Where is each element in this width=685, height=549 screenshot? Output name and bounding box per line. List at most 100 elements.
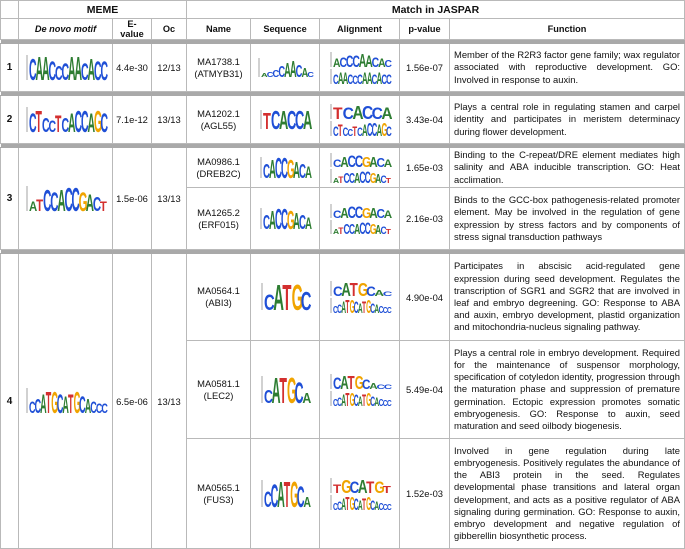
logo-letter: C xyxy=(383,383,391,390)
p-value: 1.56e-07 xyxy=(399,43,451,92)
evalue: 7.1e-12 xyxy=(112,95,152,144)
function-text: Plays a central role in embryo developme… xyxy=(449,340,685,439)
group-number: 4 xyxy=(0,253,19,549)
alignment-logo-icon: CAT GCACC C A T GC A T GC A C C C xyxy=(330,281,392,314)
jaspar-id-cell: MA0564.1 (ABI3) xyxy=(186,253,252,341)
sequence-logo-icon: CAT GC xyxy=(261,282,311,312)
denovo-motif-logo: CAACCCAACACC xyxy=(18,43,113,92)
gene-name: (LEC2) xyxy=(203,389,234,401)
logo-letter: C xyxy=(386,72,392,84)
sequence-logo-icon: CAT GCA xyxy=(261,375,311,405)
jaspar-id: MA1738.1 xyxy=(197,55,240,67)
denovo-motif-logo: CTCCTCACCAGC xyxy=(18,95,113,144)
jaspar-sequence-logo: CCATGCA xyxy=(250,438,321,549)
function-text: Member of the R2R3 factor gene family; w… xyxy=(449,43,685,92)
gene-name: (AGL55) xyxy=(200,119,237,131)
jaspar-id-cell: MA0581.1 (LEC2) xyxy=(186,340,252,439)
function-text: Binds to the GCC-box pathogenesis-relate… xyxy=(449,187,685,250)
gene-name: (FUS3) xyxy=(203,493,234,505)
gene-name: (ABI3) xyxy=(205,297,232,308)
p-value: 1.52e-03 xyxy=(399,438,451,549)
logo-letter: C xyxy=(386,305,391,314)
logo-letter: T xyxy=(382,483,391,495)
logo-letter: C xyxy=(101,402,107,415)
logo-letter: T xyxy=(35,106,41,134)
occurrence: 13/13 xyxy=(150,253,188,549)
logo-letter: T xyxy=(333,481,341,495)
p-value: 1.65e-03 xyxy=(399,147,451,188)
motif-match-table: MEME Match in JASPAR De novo motif E-val… xyxy=(0,0,685,549)
function-text: Participates in abscisic acid-regulated … xyxy=(449,253,685,341)
logo-letter: C xyxy=(100,108,108,134)
sequence-logo-icon: C A C C GA C A xyxy=(260,207,312,231)
evalue: 6.5e-06 xyxy=(112,253,152,549)
p-value: 4.90e-04 xyxy=(399,253,451,341)
logo-letter: C xyxy=(307,69,314,78)
logo-letter: A xyxy=(303,109,312,131)
alignment-logo-icon: T CACCAC T C C T C A C C A GC xyxy=(330,103,392,137)
function-text: Plays a central role in regulating stame… xyxy=(449,95,685,144)
alignment-logo: TGCATGTCCATGCATGCACCC xyxy=(319,438,401,549)
function-text: Binding to the C-repeat/DRE element medi… xyxy=(449,147,685,188)
gene-name: (ATMYB31) xyxy=(194,67,243,79)
jaspar-id: MA0565.1 xyxy=(197,481,240,493)
jaspar-sequence-logo: CACCGACA xyxy=(250,187,321,250)
alignment-logo-icon: CACCGACAA T C C A C C GA C T xyxy=(330,203,392,235)
function-col-header: Function xyxy=(449,18,685,40)
alignment-logo-icon: CACCGACAA T C C A C C GA C T xyxy=(330,152,392,184)
jaspar-id: MA0564.1 xyxy=(197,285,240,296)
sequence-logo-icon: C C A T GC A T GC A C C C xyxy=(26,387,107,415)
logo-letter: C xyxy=(386,124,392,136)
sequence-logo-icon: C A C C GA C A xyxy=(260,156,312,180)
occurrence: 13/13 xyxy=(150,147,188,250)
group-number: 1 xyxy=(0,43,19,92)
sequence-logo-icon: AT CCACCGACT xyxy=(26,185,107,213)
logo-letter: A xyxy=(305,213,312,231)
sequence-logo-icon: ACCCAACAC xyxy=(258,57,314,79)
group-number: 2 xyxy=(0,95,19,144)
alignment-logo-icon: T GCAT GTC C A T GC A T GC A C C C xyxy=(330,477,392,511)
logo-letter: C xyxy=(100,56,108,82)
occurrence: 13/13 xyxy=(150,95,188,144)
p-value: 3.43e-04 xyxy=(399,95,451,144)
jaspar-id-cell: MA0565.1 (FUS3) xyxy=(186,438,252,549)
sequence-logo-icon: T CACCA xyxy=(260,109,312,131)
jaspar-sequence-logo: CATGCA xyxy=(250,340,321,439)
alignment-logo: CATGCACCCATGCATGCACCC xyxy=(319,253,401,341)
logo-letter: A xyxy=(383,158,391,170)
jaspar-id: MA1265.2 xyxy=(197,206,240,218)
logo-letter: A xyxy=(383,209,391,221)
logo-letter: C xyxy=(384,59,391,70)
jaspar-sequence-logo: ACCCAACAC xyxy=(250,43,321,92)
alignment-logo-icon: ACCCAACACC A A C C C A A C A C C xyxy=(330,51,392,85)
table-row: 2 CTCCTCACCAGC 7.1e-12 13/13 MA1202.1 (AG… xyxy=(0,95,685,144)
alignment-logo: CATGCACCCCATGCATGCACCC xyxy=(319,340,401,439)
evalue: 1.5e-06 xyxy=(112,147,152,250)
alignment-logo: CACCGACAATCCACCGACT xyxy=(319,147,401,188)
jaspar-table-figure: MEME Match in JASPAR De novo motif E-val… xyxy=(0,0,685,549)
alignment-logo: TCACCACTCCTCACCAGC xyxy=(319,95,401,144)
p-value: 2.16e-03 xyxy=(399,187,451,250)
name-col-header: Name xyxy=(186,18,252,40)
pvalue-col-header: p-value xyxy=(399,18,451,40)
occurrence: 12/13 xyxy=(150,43,188,92)
gene-name: (DREB2C) xyxy=(196,167,241,179)
jaspar-id: MA0581.1 xyxy=(197,377,240,389)
jaspar-id: MA1202.1 xyxy=(197,107,240,119)
evalue-col-header: E-value xyxy=(112,18,152,40)
motif-col-header: De novo motif xyxy=(18,18,113,40)
sequence-col-header: Sequence xyxy=(250,18,321,40)
logo-letter: T xyxy=(385,176,390,184)
logo-letter: T xyxy=(36,196,43,212)
corner-cell xyxy=(0,0,19,19)
evalue: 4.4e-30 xyxy=(112,43,152,92)
jaspar-sequence-logo: TCACCA xyxy=(250,95,321,144)
jaspar-id: MA0986.1 xyxy=(197,155,240,167)
jaspar-id-cell: MA1202.1 (AGL55) xyxy=(186,95,252,144)
logo-letter: T xyxy=(279,375,287,405)
logo-letter: C xyxy=(301,288,311,312)
sequence-logo-icon: CCAT GCA xyxy=(261,479,311,509)
group-number: 3 xyxy=(0,147,19,250)
logo-letter: T xyxy=(99,199,106,213)
meme-header: MEME xyxy=(17,0,188,19)
